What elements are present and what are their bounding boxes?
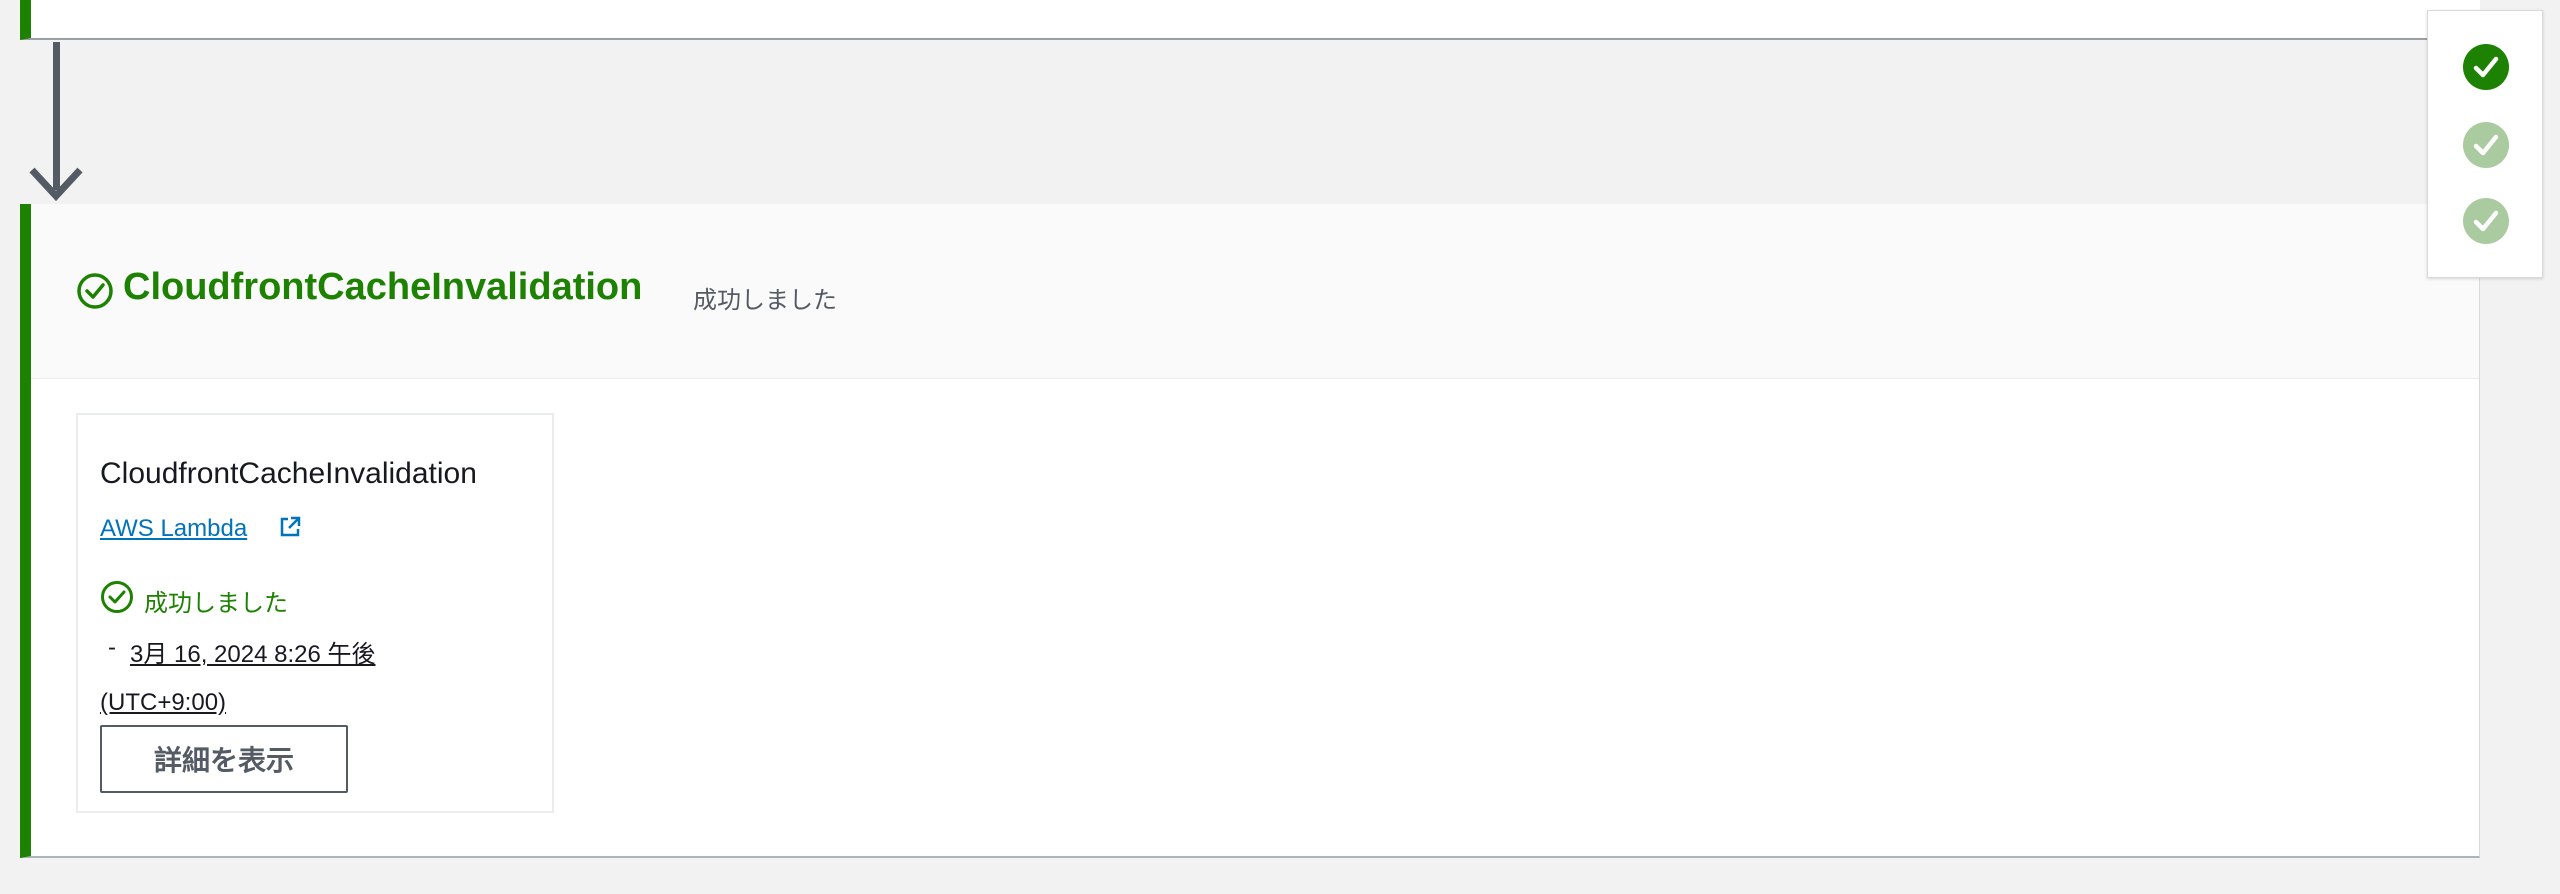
- stage-status-text: 成功しました: [693, 287, 837, 314]
- check-circle-icon: [101, 581, 133, 613]
- stage-header: CloudfrontCacheInvalidation 成功しました: [31, 204, 2479, 379]
- stage-navigator: [2427, 10, 2543, 278]
- timestamp[interactable]: 3月 16, 2024 8:26 午後 (UTC+9:00): [100, 631, 420, 727]
- nav-stage-2-check-icon[interactable]: [2462, 121, 2510, 169]
- external-link-icon[interactable]: [278, 515, 302, 539]
- stage-title: CloudfrontCacheInvalidation: [123, 266, 643, 308]
- action-name: CloudfrontCacheInvalidation: [100, 457, 477, 490]
- check-circle-icon: [77, 273, 113, 309]
- stage-card: CloudfrontCacheInvalidation 成功しました Cloud…: [20, 204, 2480, 858]
- nav-stage-3-check-icon[interactable]: [2462, 197, 2510, 245]
- view-details-button[interactable]: 詳細を表示: [100, 725, 348, 793]
- nav-stage-1-check-icon[interactable]: [2462, 43, 2510, 91]
- action-card: CloudfrontCacheInvalidation AWS Lambda 成…: [76, 413, 554, 813]
- previous-stage-card: [20, 0, 2480, 40]
- action-status-text: 成功しました: [144, 590, 288, 617]
- down-arrow-icon: [29, 167, 83, 202]
- timestamp-text[interactable]: 3月 16, 2024 8:26 午後 (UTC+9:00): [100, 641, 375, 716]
- provider-link[interactable]: AWS Lambda: [100, 515, 247, 543]
